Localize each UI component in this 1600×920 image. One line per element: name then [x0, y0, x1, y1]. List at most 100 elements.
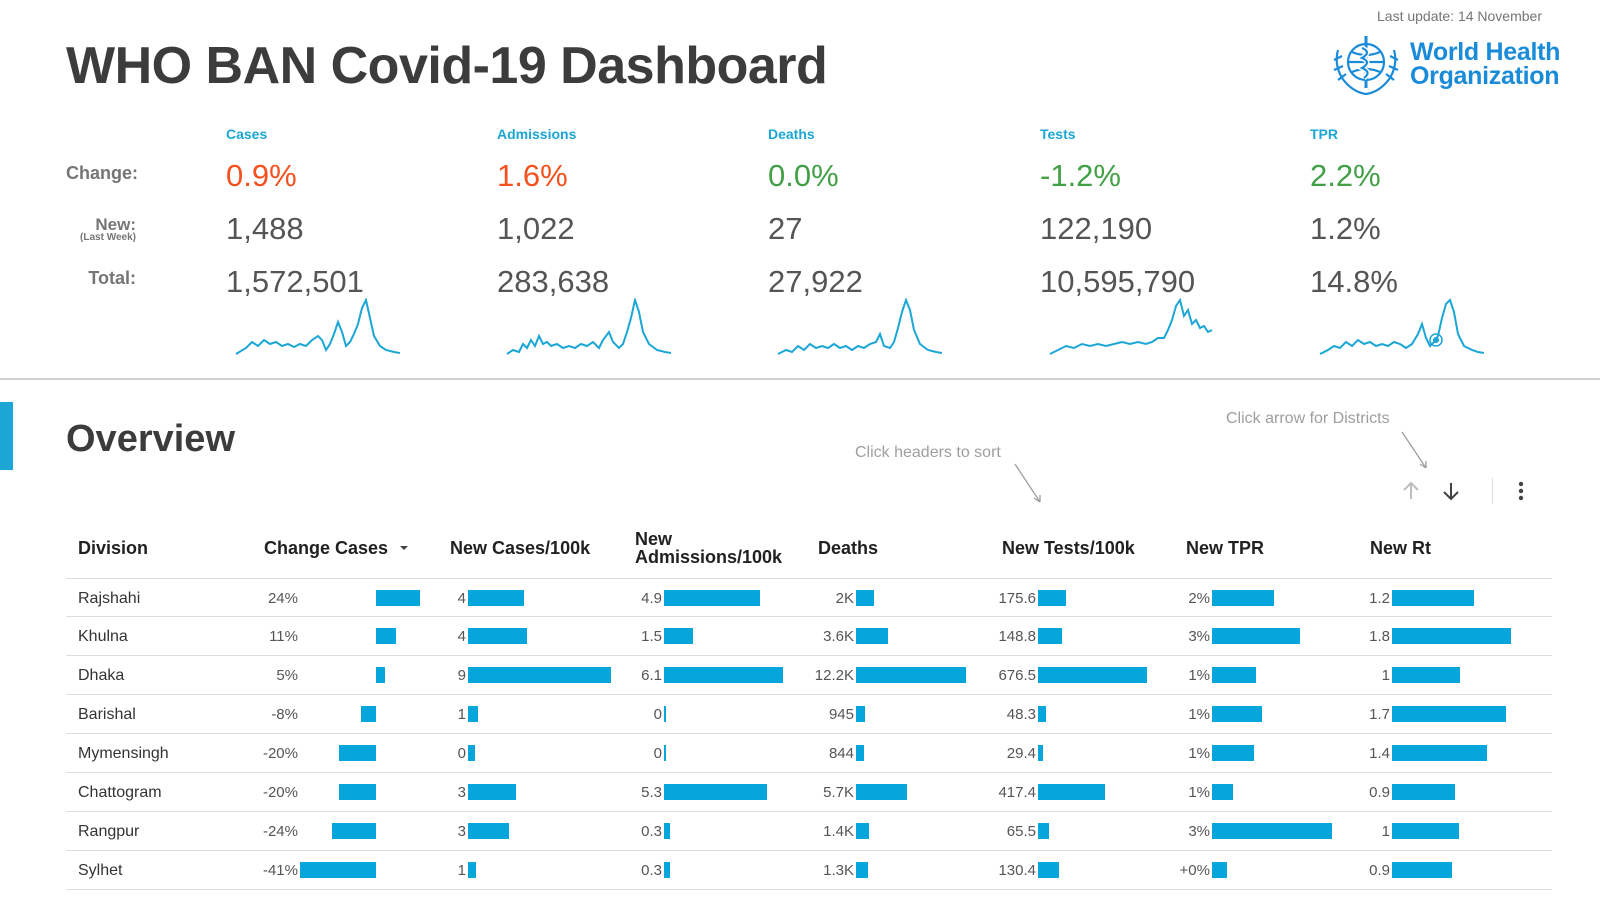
new-tpr-bar — [1212, 784, 1233, 800]
change-cases-bar — [331, 823, 376, 839]
table-row[interactable]: Sylhet -41% 1 0.3 1.3K 130.4 +0% 0.9 — [66, 851, 1552, 890]
deaths-value: 3.6K — [823, 628, 854, 645]
new-admissions-value: 6.1 — [641, 667, 662, 684]
cell-new-admissions: 0 — [632, 695, 812, 734]
cell-deaths: 1.3K — [816, 851, 996, 890]
cell-new-tpr: 2% — [1186, 579, 1366, 618]
table-row[interactable]: Rangpur -24% 3 0.3 1.4K 65.5 3% 1 — [66, 812, 1552, 851]
header-new-cases-label: New Cases/100k — [450, 538, 591, 558]
cell-new-cases: 4 — [450, 579, 630, 618]
change-cases-bar — [339, 745, 376, 761]
new-tests-value: 65.5 — [1006, 823, 1036, 840]
kpi-total: 27,922 — [768, 264, 863, 299]
new-tpr-bar — [1212, 862, 1227, 878]
header-new-rt[interactable]: New Rt — [1370, 518, 1520, 578]
deaths-bar — [856, 667, 967, 683]
header-deaths[interactable]: Deaths — [818, 518, 968, 578]
cell-new-tests: 676.5 — [998, 656, 1182, 695]
cell-change-cases: 11% — [66, 617, 436, 656]
new-admissions-bar — [664, 823, 670, 839]
new-tests-bar — [1038, 667, 1148, 683]
new-tpr-value: +0% — [1179, 862, 1210, 879]
table-row[interactable]: Khulna 11% 4 1.5 3.6K 148.8 3% 1.8 — [66, 617, 1552, 656]
cell-deaths: 2K — [816, 579, 996, 618]
deaths-value: 2K — [835, 590, 854, 607]
page-title: WHO BAN Covid-19 Dashboard — [66, 37, 828, 95]
change-cases-bar — [361, 706, 376, 722]
new-admissions-bar — [664, 628, 694, 644]
who-logo-line1: World Health — [1410, 38, 1561, 66]
cell-new-tests: 175.6 — [998, 579, 1182, 618]
kpi-new: 122,190 — [1040, 211, 1153, 246]
new-tpr-bar — [1212, 745, 1255, 761]
kpi-change: 0.9% — [226, 158, 297, 193]
cell-new-tpr: 3% — [1186, 617, 1366, 656]
cell-new-tests: 65.5 — [1002, 812, 1182, 851]
arrow-up-icon[interactable] — [1398, 478, 1424, 504]
new-rt-bar — [1392, 862, 1452, 878]
kpi-sparkline — [1049, 298, 1213, 355]
new-tpr-value: 2% — [1188, 590, 1210, 607]
new-tests-value: 676.5 — [998, 667, 1036, 684]
kpi-change: 1.6% — [497, 158, 568, 193]
deaths-value: 945 — [828, 706, 854, 723]
deaths-value: 1.4K — [823, 823, 854, 840]
new-admissions-value: 0 — [653, 745, 662, 762]
table-row[interactable]: Chattogram -20% 3 5.3 5.7K 417.4 1% 0.9 — [66, 773, 1552, 812]
new-rt-value: 0.9 — [1369, 784, 1390, 801]
cell-deaths: 12.2K — [814, 656, 996, 695]
new-cases-value: 3 — [457, 784, 466, 801]
kpi-total: 14.8% — [1310, 264, 1398, 299]
new-rt-value: 1 — [1381, 823, 1390, 840]
header-new-cases[interactable]: New Cases/100k — [450, 518, 620, 578]
table-row[interactable]: Mymensingh -20% 0 0 844 29.4 1% 1.4 — [66, 734, 1552, 773]
new-tests-bar — [1038, 590, 1067, 606]
header-new-rt-label: New Rt — [1370, 538, 1432, 558]
change-cases-bar — [339, 784, 376, 800]
header-change-cases[interactable]: Change Cases — [264, 518, 434, 578]
header-new-tpr-label: New TPR — [1186, 538, 1265, 558]
change-cases-value: -24% — [262, 823, 298, 840]
cell-new-admissions: 4.9 — [632, 579, 812, 618]
new-rt-bar — [1392, 628, 1511, 644]
header-new-tpr[interactable]: New TPR — [1186, 518, 1336, 578]
new-rt-value: 1.7 — [1369, 706, 1390, 723]
new-cases-value: 1 — [457, 862, 466, 879]
new-admissions-value: 1.5 — [641, 628, 662, 645]
cell-new-tests: 29.4 — [1002, 734, 1182, 773]
new-tests-value: 148.8 — [998, 628, 1036, 645]
table-row[interactable]: Dhaka 5% 9 6.1 12.2K 676.5 1% 1 — [66, 656, 1552, 695]
cell-change-cases: -20% — [66, 734, 436, 773]
deaths-value: 1.3K — [823, 862, 854, 879]
new-tpr-bar — [1212, 590, 1274, 606]
change-cases-value: 11% — [269, 628, 298, 645]
sparkline-hover-dot — [1433, 337, 1439, 343]
cell-new-admissions: 0.3 — [632, 812, 812, 851]
kpi-new: 27 — [768, 211, 803, 246]
header-division-label: Division — [78, 538, 149, 558]
who-logo-line2: Organization — [1410, 62, 1560, 90]
table-row[interactable]: Rajshahi 24% 4 4.9 2K 175.6 2% 1.2 — [66, 578, 1552, 617]
header-new-admissions-line2: Admissions/100k — [635, 547, 783, 567]
kpi-sparkline — [506, 298, 671, 355]
new-cases-value: 1 — [457, 706, 466, 723]
arrow-down-icon[interactable] — [1438, 478, 1464, 504]
cell-deaths: 945 — [816, 695, 996, 734]
new-admissions-value: 0 — [653, 706, 662, 723]
kpi-sparkline — [777, 298, 942, 355]
deaths-bar — [856, 862, 868, 878]
new-tests-value: 48.3 — [1006, 706, 1036, 723]
cell-new-admissions: 0 — [632, 734, 812, 773]
change-cases-bar — [376, 628, 397, 644]
kpi-new: 1,488 — [226, 211, 304, 246]
header-new-tests-label: New Tests/100k — [1002, 538, 1135, 558]
header-new-admissions-line1: New — [635, 529, 673, 549]
new-tpr-value: 1% — [1188, 706, 1210, 723]
table-row[interactable]: Barishal -8% 1 0 945 48.3 1% 1.7 — [66, 695, 1552, 734]
header-new-admissions[interactable]: New Admissions/100k — [635, 518, 810, 578]
more-vert-icon[interactable] — [1508, 478, 1534, 504]
header-division[interactable]: Division — [78, 518, 238, 578]
header-new-tests[interactable]: New Tests/100k — [1002, 518, 1172, 578]
new-admissions-bar — [664, 784, 768, 800]
deaths-value: 12.2K — [814, 667, 854, 684]
